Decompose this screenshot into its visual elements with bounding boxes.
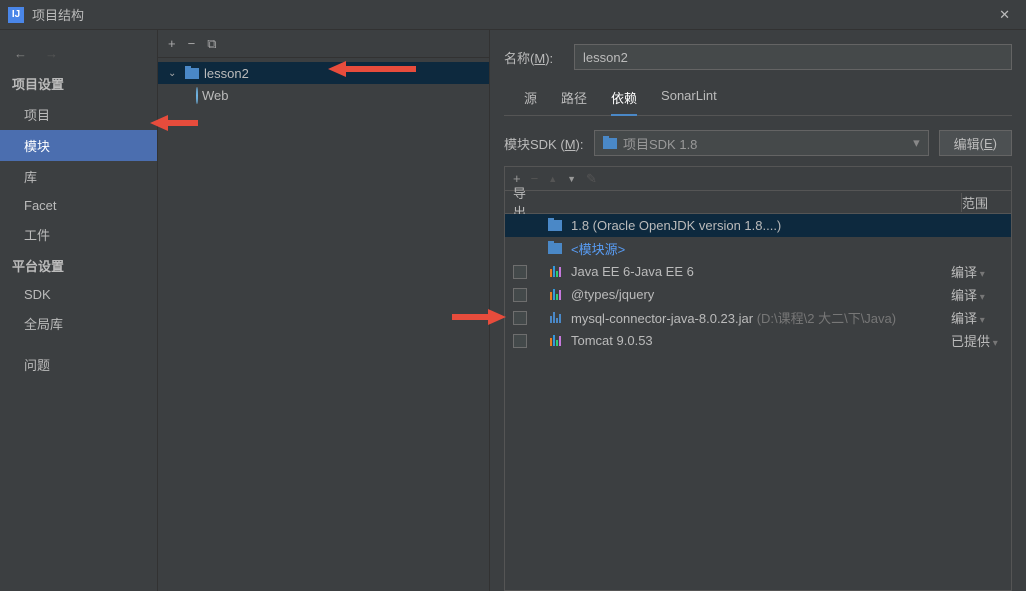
- dependency-list: 1.8 (Oracle OpenJDK version 1.8....) <模块源…: [504, 214, 1012, 591]
- dependency-name: mysql-connector-java-8.0.23.jar (D:\课程\2…: [571, 308, 943, 327]
- nav-item-modules[interactable]: 模块: [0, 130, 157, 161]
- dependency-row[interactable]: Tomcat 9.0.53 已提供 ▾: [505, 329, 1011, 352]
- sdk-folder-icon: [603, 138, 617, 149]
- left-nav: ← → 项目设置 项目 模块 库 Facet 工件 平台设置 SDK 全局库 问…: [0, 30, 158, 591]
- dependency-toolbar: + − ▲ ▼ ✎: [504, 166, 1012, 190]
- move-down-button[interactable]: ▼: [567, 174, 576, 184]
- dependency-row[interactable]: mysql-connector-java-8.0.23.jar (D:\课程\2…: [505, 306, 1011, 329]
- dependency-row[interactable]: @types/jquery 编译 ▾: [505, 283, 1011, 306]
- dependency-name: Tomcat 9.0.53: [571, 333, 943, 348]
- lib-yellow-icon: [547, 287, 563, 303]
- chevron-down-icon[interactable]: ⌄: [168, 68, 180, 79]
- col-scope: 范围: [961, 193, 1011, 212]
- sdk-select[interactable]: 项目SDK 1.8: [594, 130, 929, 156]
- copy-module-button[interactable]: ⧉: [207, 36, 216, 52]
- window-title: 项目结构: [32, 5, 84, 24]
- nav-item-libraries[interactable]: 库: [0, 161, 157, 192]
- nav-item-project[interactable]: 项目: [0, 99, 157, 130]
- edit-sdk-button[interactable]: 编辑(E): [939, 130, 1012, 156]
- titlebar: IJ 项目结构 ✕: [0, 0, 1026, 30]
- dependency-scope[interactable]: 编译 ▾: [951, 285, 1003, 304]
- dependency-name: <模块源>: [571, 239, 943, 258]
- module-folder-icon: [184, 65, 200, 81]
- tab-sonarlint[interactable]: SonarLint: [661, 84, 717, 115]
- add-module-button[interactable]: +: [168, 36, 176, 51]
- web-icon: [196, 88, 198, 103]
- section-project-settings: 项目设置: [0, 68, 157, 99]
- module-tabs: 源 路径 依赖 SonarLint: [504, 84, 1012, 116]
- tab-dependencies[interactable]: 依赖: [611, 84, 637, 115]
- dependency-row[interactable]: 1.8 (Oracle OpenJDK version 1.8....): [505, 214, 1011, 237]
- app-icon: IJ: [8, 7, 24, 23]
- lib-icon: [547, 264, 563, 280]
- edit-dependency-button[interactable]: ✎: [586, 171, 597, 187]
- nav-item-facets[interactable]: Facet: [0, 192, 157, 219]
- export-checkbox[interactable]: [513, 311, 527, 325]
- tab-sources[interactable]: 源: [524, 84, 537, 115]
- folder-blue-icon: [547, 218, 563, 234]
- nav-item-problems[interactable]: 问题: [0, 349, 157, 380]
- dependency-scope[interactable]: 已提供 ▾: [951, 331, 1003, 350]
- sdk-label: 模块SDK (M):: [504, 134, 584, 153]
- tree-node-lesson2[interactable]: ⌄ lesson2: [158, 62, 489, 84]
- dependency-name: @types/jquery: [571, 287, 943, 302]
- nav-item-artifacts[interactable]: 工件: [0, 219, 157, 250]
- dependency-row[interactable]: <模块源>: [505, 237, 1011, 260]
- sdk-row: 模块SDK (M): 项目SDK 1.8 编辑(E): [504, 130, 1012, 156]
- folder-blue-icon: [547, 241, 563, 257]
- module-tree: ⌄ lesson2 Web: [158, 58, 489, 110]
- export-checkbox[interactable]: [513, 334, 527, 348]
- module-tree-panel: + − ⧉ ⌄ lesson2 Web: [158, 30, 490, 591]
- section-platform-settings: 平台设置: [0, 250, 157, 281]
- lib-icon: [547, 333, 563, 349]
- sdk-value: 项目SDK 1.8: [623, 134, 697, 153]
- remove-module-button[interactable]: −: [188, 36, 196, 51]
- jar-icon: [547, 310, 563, 326]
- dependency-name: Java EE 6-Java EE 6: [571, 264, 943, 279]
- name-input[interactable]: [574, 44, 1012, 70]
- dependency-name: 1.8 (Oracle OpenJDK version 1.8....): [571, 218, 943, 233]
- dependency-row[interactable]: Java EE 6-Java EE 6 编译 ▾: [505, 260, 1011, 283]
- dependency-scope[interactable]: 编译 ▾: [951, 262, 1003, 281]
- dependency-scope[interactable]: 编译 ▾: [951, 308, 1003, 327]
- nav-item-global-libs[interactable]: 全局库: [0, 308, 157, 339]
- export-checkbox[interactable]: [513, 288, 527, 302]
- name-label: 名称(M):: [504, 48, 564, 67]
- name-row: 名称(M):: [504, 44, 1012, 70]
- tab-paths[interactable]: 路径: [561, 84, 587, 115]
- tree-child-label: Web: [202, 88, 229, 103]
- dependency-header: 导出 范围: [504, 190, 1012, 214]
- export-checkbox[interactable]: [513, 265, 527, 279]
- forward-button[interactable]: →: [41, 42, 62, 65]
- nav-item-sdks[interactable]: SDK: [0, 281, 157, 308]
- module-toolbar: + − ⧉: [158, 30, 489, 58]
- module-details-panel: 名称(M): 源 路径 依赖 SonarLint 模块SDK (M): 项目SD…: [490, 30, 1026, 591]
- back-button[interactable]: ←: [10, 42, 31, 65]
- move-up-button[interactable]: ▲: [548, 174, 557, 184]
- tree-node-web[interactable]: Web: [158, 84, 489, 106]
- nav-buttons: ← →: [0, 38, 157, 68]
- tree-node-label: lesson2: [204, 66, 249, 81]
- close-icon[interactable]: ✕: [991, 3, 1018, 27]
